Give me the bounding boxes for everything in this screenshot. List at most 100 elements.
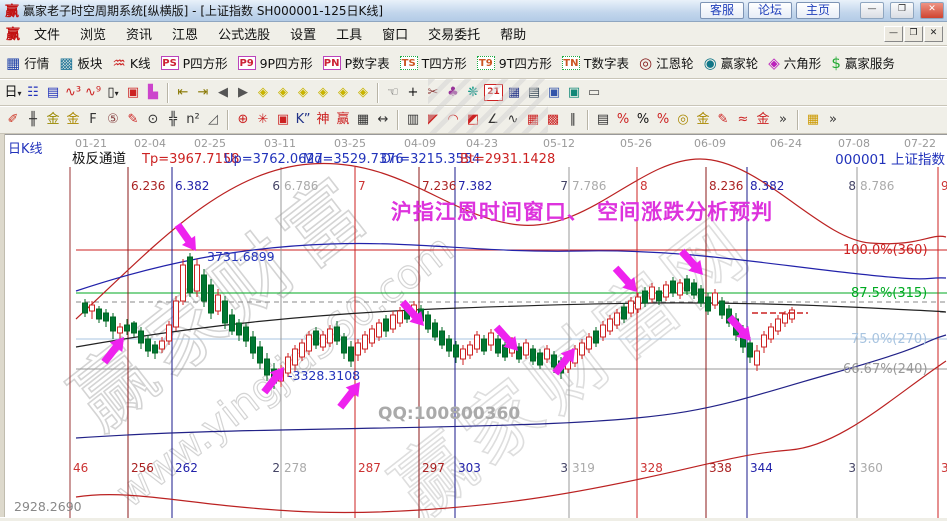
save-icon[interactable]: ▣ — [545, 84, 563, 102]
square-fan-icon[interactable]: ◩ — [464, 111, 482, 129]
parallel-lines-icon[interactable]: ∥ — [564, 111, 582, 129]
diamond-left-icon[interactable]: ◈ — [254, 84, 272, 102]
menu-tools[interactable]: 工具 — [326, 22, 372, 45]
winner-service-button[interactable]: $赢家服务 — [831, 53, 895, 72]
first-bar-icon[interactable]: ⇤ — [174, 84, 192, 102]
percent-icon[interactable]: % — [634, 111, 652, 129]
ying-icon[interactable]: 赢 — [334, 111, 352, 129]
t-square-button[interactable]: TST四方形 — [400, 53, 467, 72]
n-square-icon[interactable]: n² — [184, 111, 202, 129]
diamond-h-icon[interactable]: ◈ — [294, 84, 312, 102]
gold-line-icon[interactable]: 金 — [694, 111, 712, 129]
grid-icon[interactable]: ╬ — [164, 111, 182, 129]
square-target-icon[interactable]: ▣ — [274, 111, 292, 129]
fib-grid-icon[interactable]: F — [84, 111, 102, 129]
angle-icon[interactable]: ◿ — [204, 111, 222, 129]
calendar-icon[interactable]: 21 — [484, 84, 503, 101]
draw-icon[interactable]: ✎ — [124, 111, 142, 129]
support-button[interactable]: 客服 — [700, 2, 744, 19]
menu-settings[interactable]: 设置 — [280, 22, 326, 45]
diamond-cross-icon[interactable]: ◈ — [354, 84, 372, 102]
scissors-icon[interactable]: ✂ — [424, 84, 442, 102]
gold-red-icon[interactable]: 金 — [754, 111, 772, 129]
diamond-x-icon[interactable]: ◈ — [314, 84, 332, 102]
pattern-icon[interactable]: ▣ — [124, 84, 142, 102]
last-bar-icon[interactable]: ⇥ — [194, 84, 212, 102]
percent-triangle-icon[interactable]: % — [614, 111, 632, 129]
nine-t-square-button[interactable]: T99T四方形 — [477, 53, 552, 72]
percent-line-icon[interactable]: % — [654, 111, 672, 129]
menu-gann[interactable]: 江恩 — [162, 22, 208, 45]
hand-tool-icon[interactable]: ☜ — [384, 84, 402, 102]
panel-overflow-icon[interactable]: » — [824, 111, 842, 129]
trendline-icon[interactable]: ∠ — [484, 111, 502, 129]
gann-fan-icon[interactable]: ◤ — [424, 111, 442, 129]
hexagon-button[interactable]: ◈六角形 — [768, 53, 821, 72]
brush-icon[interactable]: ✐ — [4, 111, 22, 129]
menu-formula-stock-pick[interactable]: 公式选股 — [208, 22, 280, 45]
kline-button[interactable]: ♒K线 — [112, 53, 150, 72]
p-square-button[interactable]: PSP四方形 — [161, 53, 228, 72]
zigzag-icon[interactable]: ∿ — [504, 111, 522, 129]
period-day-icon[interactable]: 日▾ — [4, 84, 22, 102]
market-quotes-button[interactable]: ▦行情 — [6, 53, 49, 72]
time-circle-icon[interactable]: ⊙ — [144, 111, 162, 129]
menu-news[interactable]: 资讯 — [116, 22, 162, 45]
forum-button[interactable]: 论坛 — [748, 2, 792, 19]
gold-grid-icon[interactable]: 金 — [44, 111, 62, 129]
layout-icon[interactable]: ☷ — [24, 84, 42, 102]
menu-browse[interactable]: 浏览 — [70, 22, 116, 45]
nine-p-square-button[interactable]: P99P四方形 — [238, 53, 313, 72]
toolbar-overflow-icon[interactable]: » — [774, 111, 792, 129]
homepage-button[interactable]: 主页 — [796, 2, 840, 19]
width-measure-icon[interactable]: ↔ — [374, 111, 392, 129]
gann-wheel-button[interactable]: ◎江恩轮 — [639, 53, 694, 72]
notes-icon[interactable]: ▤ — [525, 84, 543, 102]
mdi-restore-button[interactable]: ❐ — [904, 26, 923, 42]
t-number-table-button[interactable]: TNT数字表 — [562, 53, 629, 72]
kline-chart-canvas[interactable]: 赢家财富www.yingjia360.com赢家财富网466.2362566.3… — [0, 135, 947, 518]
color-chart-icon[interactable]: ▙ — [144, 84, 162, 102]
shen-icon[interactable]: 神 — [314, 111, 332, 129]
wave-3-icon[interactable]: ∿³ — [64, 84, 82, 102]
report-icon[interactable]: ▤ — [44, 84, 62, 102]
menu-window[interactable]: 窗口 — [372, 22, 418, 45]
star-target-icon[interactable]: ✳ — [254, 111, 272, 129]
minimize-button[interactable]: — — [860, 2, 884, 19]
wave-tool-icon[interactable]: ≈ — [734, 111, 752, 129]
next-bar-icon[interactable]: ▶ — [234, 84, 252, 102]
computer-icon[interactable]: ▭ — [585, 84, 603, 102]
stats-icon[interactable]: ▤ — [594, 111, 612, 129]
arc-fan-icon[interactable]: ◠ — [444, 111, 462, 129]
panel-grid-icon[interactable]: ▦ — [804, 111, 822, 129]
diamond-star-icon[interactable]: ◈ — [334, 84, 352, 102]
candle-style-icon[interactable]: ▯▾ — [104, 84, 122, 102]
prev-bar-icon[interactable]: ◀ — [214, 84, 232, 102]
grid-123-icon[interactable]: ▦ — [354, 111, 372, 129]
save-web-icon[interactable]: ▣ — [565, 84, 583, 102]
sector-blocks-button[interactable]: ▩板块 — [59, 53, 102, 72]
wave-9-icon[interactable]: ∿⁹ — [84, 84, 102, 102]
close-button[interactable]: ✕ — [920, 2, 944, 19]
k-mark-icon[interactable]: K” — [294, 111, 312, 129]
brain-icon[interactable]: ❋ — [464, 84, 482, 102]
red-grid2-icon[interactable]: ▩ — [544, 111, 562, 129]
calculator-icon[interactable]: ▦ — [505, 84, 523, 102]
ruler-icon[interactable]: ▥ — [404, 111, 422, 129]
gold-circle-icon[interactable]: ◎ — [674, 111, 692, 129]
gold-icon[interactable]: 金 — [64, 111, 82, 129]
spiral-icon[interactable]: ⑤ — [104, 111, 122, 129]
brush2-icon[interactable]: ✎ — [714, 111, 732, 129]
tree-icon[interactable]: ♣ — [444, 84, 462, 102]
diamond-right-icon[interactable]: ◈ — [274, 84, 292, 102]
menu-file[interactable]: 文件 — [24, 22, 70, 45]
mdi-close-button[interactable]: ✕ — [924, 26, 943, 42]
gann-grid-icon[interactable]: ╫ — [24, 111, 42, 129]
winner-wheel-button[interactable]: ◉赢家轮 — [704, 53, 759, 72]
p-number-table-button[interactable]: PNP数字表 — [323, 53, 390, 72]
gann-circle-icon[interactable]: ⊕ — [234, 111, 252, 129]
red-grid-icon[interactable]: ▦ — [524, 111, 542, 129]
menu-help[interactable]: 帮助 — [490, 22, 536, 45]
mdi-minimize-button[interactable]: — — [884, 26, 903, 42]
menu-trade-order[interactable]: 交易委托 — [418, 22, 490, 45]
